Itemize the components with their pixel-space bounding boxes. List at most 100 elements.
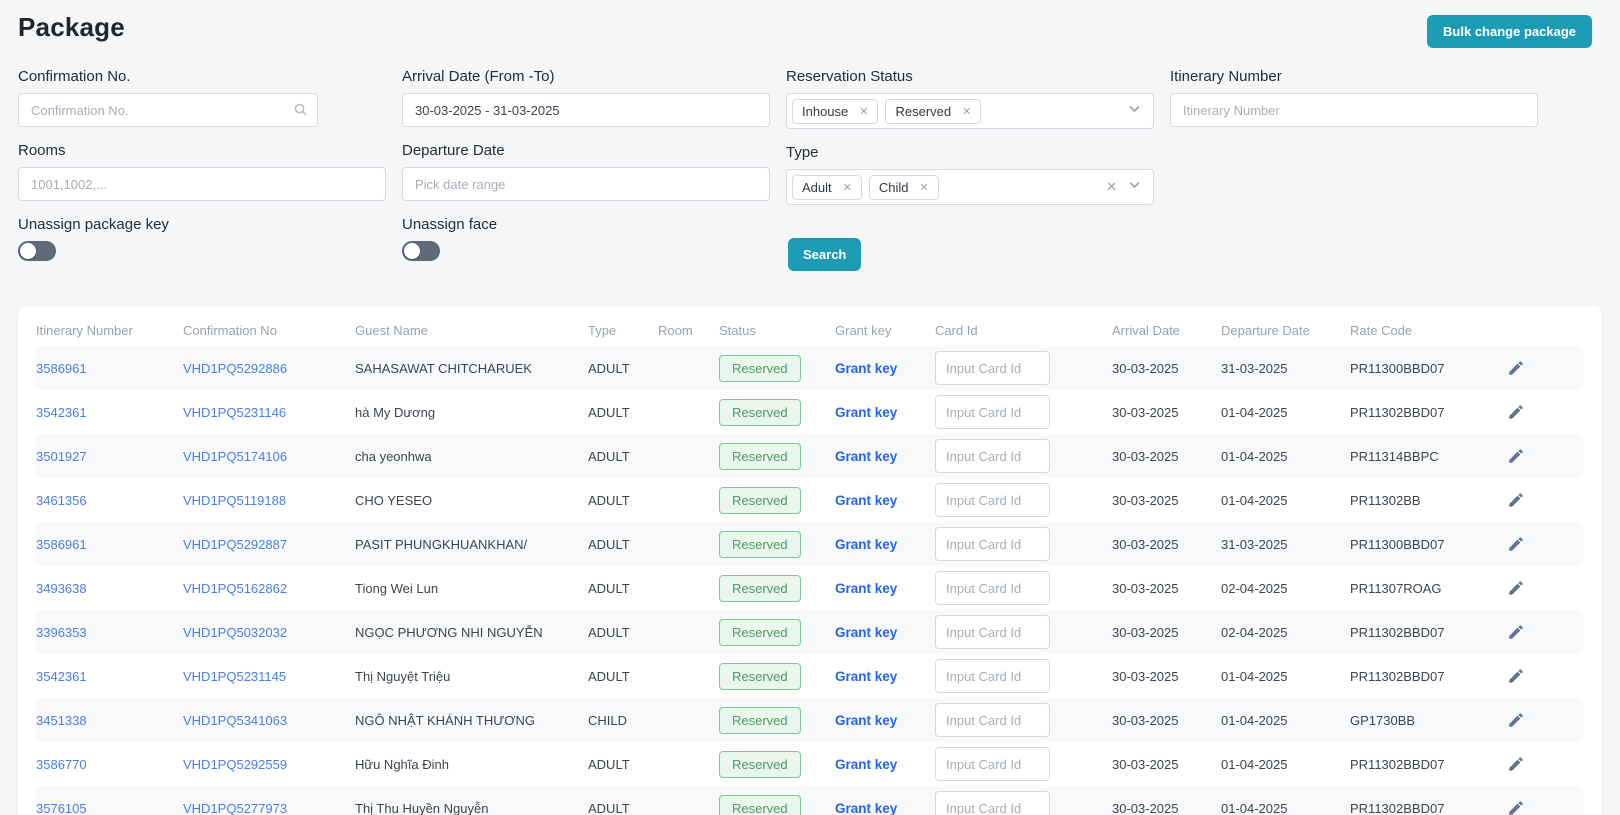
remove-tag-icon[interactable]: ✕	[859, 105, 868, 118]
table-row: 3542361 VHD1PQ5231145 Thị Nguyệt Triệu A…	[36, 654, 1584, 698]
grant-key-link[interactable]: Grant key	[835, 757, 897, 772]
confirmation-no-link[interactable]: VHD1PQ5231145	[183, 669, 286, 684]
card-id-input[interactable]	[935, 659, 1050, 693]
reservation-status-label: Reservation Status	[786, 68, 913, 85]
rooms-input[interactable]	[18, 167, 386, 201]
status-badge: Reserved	[719, 750, 801, 778]
grant-key-link[interactable]: Grant key	[835, 625, 897, 640]
edit-icon[interactable]	[1505, 401, 1527, 423]
card-id-input[interactable]	[935, 483, 1050, 517]
chevron-down-icon[interactable]	[1127, 101, 1142, 121]
status-badge: Reserved	[719, 398, 801, 426]
edit-icon[interactable]	[1505, 621, 1527, 643]
itinerary-number-link[interactable]: 3586770	[36, 757, 87, 772]
filter-column-3: Reservation Status Inhouse ✕ Reserved ✕ Typ…	[786, 68, 1154, 276]
departure-date: 01-04-2025	[1221, 712, 1288, 728]
selected-tag-chip[interactable]: Inhouse ✕	[792, 98, 879, 124]
departure-date-input[interactable]	[402, 167, 770, 201]
arrival-date: 30-03-2025	[1112, 580, 1179, 596]
edit-icon[interactable]	[1505, 709, 1527, 731]
confirmation-no-link[interactable]: VHD1PQ5292559	[183, 757, 287, 772]
unassign-package-key-toggle[interactable]	[18, 241, 56, 261]
filter-column-2: Arrival Date (From -To) Departure Date U…	[402, 68, 770, 276]
edit-icon[interactable]	[1505, 665, 1527, 687]
guest-name: PASIT PHUNGKHUANKHAN/	[355, 536, 528, 552]
guest-type: ADULT	[588, 580, 630, 596]
guest-name: NGÔ NHẬT KHÁNH THƯƠNG	[355, 712, 535, 728]
rate-code: PR11300BBD07	[1350, 536, 1445, 552]
search-button[interactable]: Search	[788, 238, 862, 271]
confirmation-no-link[interactable]: VHD1PQ5032032	[183, 625, 287, 640]
edit-icon[interactable]	[1505, 357, 1527, 379]
itinerary-number-link[interactable]: 3493638	[36, 581, 87, 596]
confirmation-no-link[interactable]: VHD1PQ5292887	[183, 537, 287, 552]
status-badge: Reserved	[719, 486, 801, 514]
confirmation-no-link[interactable]: VHD1PQ5231146	[183, 405, 286, 420]
card-id-input[interactable]	[935, 747, 1050, 781]
confirmation-no-link[interactable]: VHD1PQ5119188	[183, 493, 286, 508]
status-badge: Reserved	[719, 618, 801, 646]
edit-icon[interactable]	[1505, 577, 1527, 599]
edit-icon[interactable]	[1505, 489, 1527, 511]
selected-tag-chip[interactable]: Reserved ✕	[885, 98, 982, 124]
grant-key-link[interactable]: Grant key	[835, 537, 897, 552]
itinerary-number-link[interactable]: 3542361	[36, 405, 87, 420]
reservation-status-select[interactable]: Inhouse ✕ Reserved ✕	[786, 93, 1154, 129]
chevron-down-icon[interactable]	[1127, 177, 1142, 197]
grant-key-link[interactable]: Grant key	[835, 493, 897, 508]
selected-tag-chip[interactable]: Child ✕	[868, 174, 939, 200]
card-id-input[interactable]	[935, 615, 1050, 649]
edit-icon[interactable]	[1505, 445, 1527, 467]
grant-key-link[interactable]: Grant key	[835, 405, 897, 420]
guest-name: cha yeonhwa	[355, 448, 432, 464]
card-id-input[interactable]	[935, 351, 1050, 385]
selected-tag-chip[interactable]: Adult ✕	[792, 174, 862, 200]
arrival-date-input[interactable]	[402, 93, 770, 127]
confirmation-no-link[interactable]: VHD1PQ5174106	[183, 449, 287, 464]
grant-key-link[interactable]: Grant key	[835, 581, 897, 596]
card-id-input[interactable]	[935, 571, 1050, 605]
unassign-face-toggle[interactable]	[402, 241, 440, 261]
table-body: 3586961 VHD1PQ5292886 SAHASAWAT CHITCHAR…	[36, 346, 1584, 815]
grant-key-link[interactable]: Grant key	[835, 449, 897, 464]
edit-icon[interactable]	[1505, 753, 1527, 775]
bulk-change-package-button[interactable]: Bulk change package	[1427, 15, 1592, 48]
grant-key-link[interactable]: Grant key	[835, 669, 897, 684]
confirmation-no-link[interactable]: VHD1PQ5292886	[183, 361, 287, 376]
confirmation-no-link[interactable]: VHD1PQ5162862	[183, 581, 287, 596]
arrival-date: 30-03-2025	[1112, 624, 1179, 640]
confirmation-no-link[interactable]: VHD1PQ5277973	[183, 801, 287, 815]
grant-key-link[interactable]: Grant key	[835, 713, 897, 728]
guest-name: CHO YESEO	[355, 492, 433, 508]
confirmation-no-input[interactable]	[18, 93, 318, 127]
itinerary-number-link[interactable]: 3396353	[36, 625, 87, 640]
grant-key-link[interactable]: Grant key	[835, 361, 897, 376]
column-header: Itinerary Number	[36, 322, 133, 338]
itinerary-number-link[interactable]: 3451338	[36, 713, 87, 728]
edit-icon[interactable]	[1505, 797, 1527, 815]
card-id-input[interactable]	[935, 395, 1050, 429]
itinerary-number-link[interactable]: 3576105	[36, 801, 87, 815]
card-id-input[interactable]	[935, 439, 1050, 473]
itinerary-number-link[interactable]: 3586961	[36, 361, 87, 376]
card-id-input[interactable]	[935, 791, 1050, 815]
card-id-input[interactable]	[935, 527, 1050, 561]
itinerary-number-link[interactable]: 3461356	[36, 493, 87, 508]
grant-key-link[interactable]: Grant key	[835, 801, 897, 815]
confirmation-no-link[interactable]: VHD1PQ5341063	[183, 713, 287, 728]
remove-tag-icon[interactable]: ✕	[962, 105, 971, 118]
card-id-input[interactable]	[935, 703, 1050, 737]
remove-tag-icon[interactable]: ✕	[843, 181, 852, 194]
itinerary-number-link[interactable]: 3586961	[36, 537, 87, 552]
guest-type: ADULT	[588, 756, 630, 772]
arrival-date-label: Arrival Date (From -To)	[402, 68, 555, 85]
departure-date: 01-04-2025	[1221, 492, 1288, 508]
remove-tag-icon[interactable]: ✕	[919, 181, 928, 194]
edit-icon[interactable]	[1505, 533, 1527, 555]
type-select[interactable]: Adult ✕ Child ✕ ✕	[786, 169, 1154, 205]
itinerary-number-link[interactable]: 3542361	[36, 669, 87, 684]
clear-icon[interactable]: ✕	[1106, 179, 1117, 195]
itinerary-number-input[interactable]	[1170, 93, 1538, 127]
rate-code: PR11314BBPC	[1350, 448, 1439, 464]
itinerary-number-link[interactable]: 3501927	[36, 449, 87, 464]
